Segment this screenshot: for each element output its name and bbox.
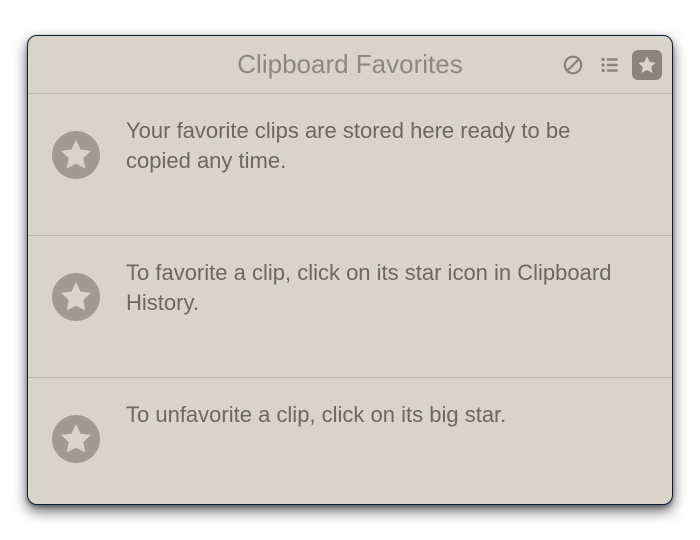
star-icon: [50, 398, 102, 464]
panel-title: Clipboard Favorites: [237, 49, 462, 80]
header-toolbar: [558, 50, 662, 80]
panel-header: Clipboard Favorites: [28, 36, 672, 94]
list-item: To favorite a clip, click on its star ic…: [28, 236, 672, 378]
clipboard-favorites-panel: Clipboard Favorites: [27, 35, 673, 505]
clear-icon[interactable]: [558, 50, 588, 80]
list-item-text: Your favorite clips are stored here read…: [126, 114, 650, 175]
star-icon: [50, 256, 102, 322]
list-item: Your favorite clips are stored here read…: [28, 94, 672, 236]
list-item-text: To unfavorite a clip, click on its big s…: [126, 398, 516, 430]
list-item-text: To favorite a clip, click on its star ic…: [126, 256, 650, 317]
list-icon[interactable]: [595, 50, 625, 80]
favorites-tab-icon[interactable]: [632, 50, 662, 80]
list-item: To unfavorite a clip, click on its big s…: [28, 378, 672, 504]
star-icon: [50, 114, 102, 180]
